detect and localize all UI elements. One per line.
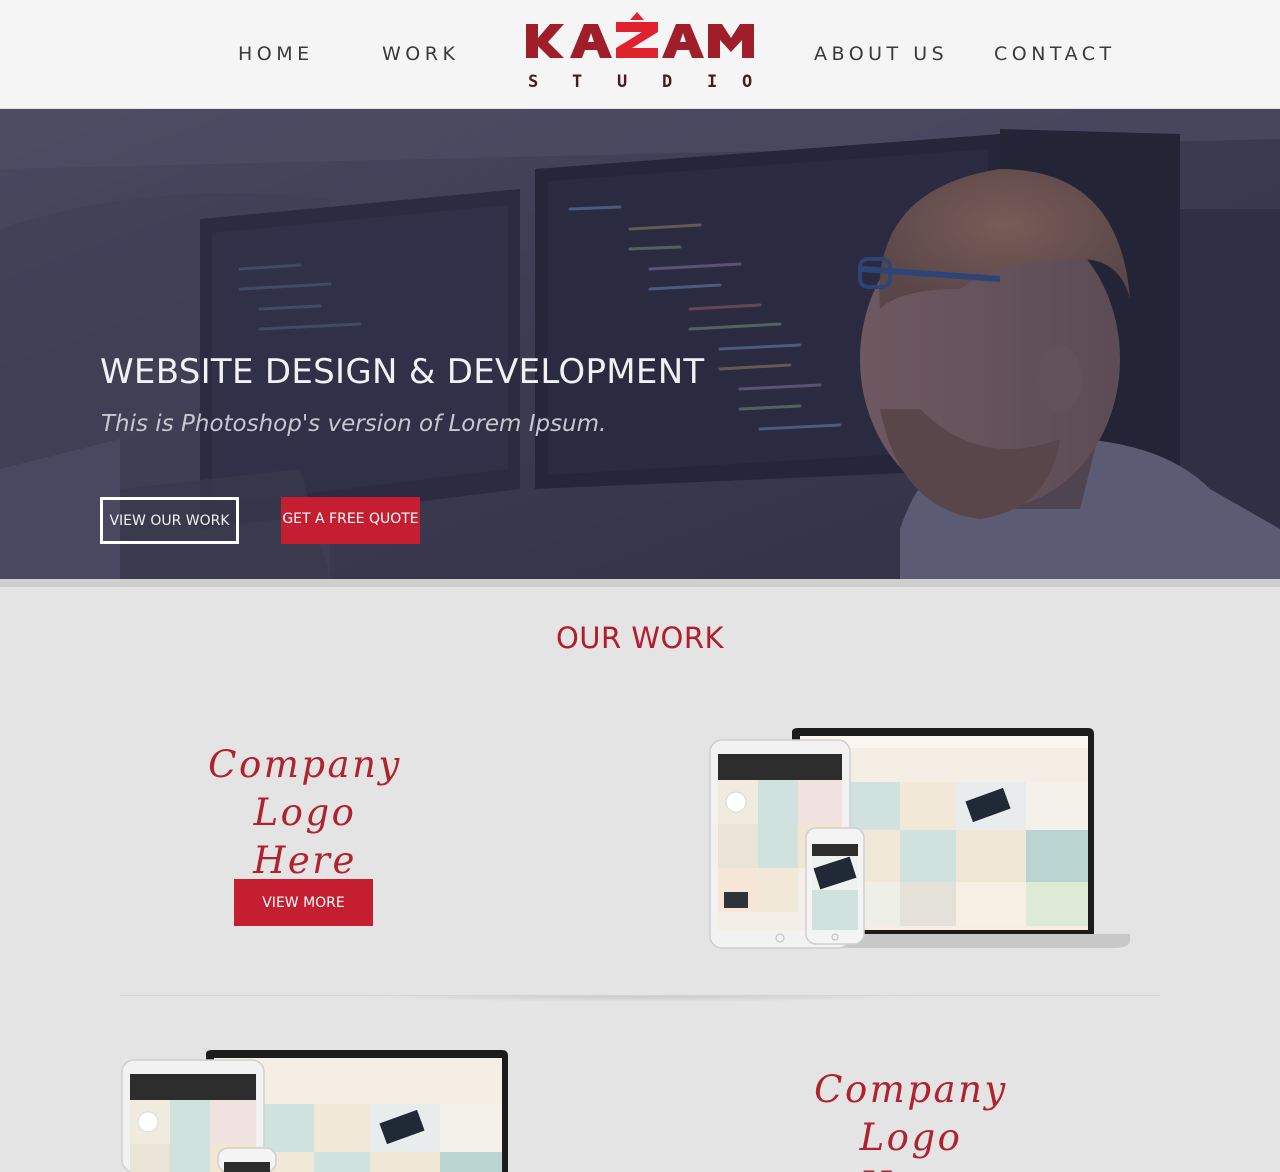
nav-work-link[interactable]: WORK [382, 43, 459, 65]
hero-subtitle: This is Photoshop's version of Lorem Ips… [101, 411, 607, 437]
nav-home-link[interactable]: HOME [238, 43, 314, 65]
nav-contact-link[interactable]: CONTACT [994, 43, 1116, 65]
company-logo-line2: Here [253, 839, 357, 882]
our-work-heading: OUR WORK [555, 621, 725, 655]
divider-shadow [360, 996, 920, 1002]
logo-letter-d: D [662, 72, 672, 92]
get-free-quote-button[interactable]: GET A FREE QUOTE [281, 497, 420, 544]
view-more-button[interactable]: VIEW MORE [234, 879, 373, 926]
logo-letter-u: U [617, 72, 627, 92]
logo-letter-o: O [742, 72, 752, 92]
company-logo-placeholder: Company Logo Here [150, 741, 460, 885]
company-logo-line1: Company Logo [814, 1068, 1008, 1159]
logo-letter-i: I [707, 72, 717, 92]
logo-letter-s: S [528, 72, 538, 92]
kazam-studio-logo[interactable]: S T U D I O [524, 12, 756, 92]
device-mockup-image [709, 728, 1130, 949]
logo-letter-t: T [572, 72, 582, 92]
nav-about-link[interactable]: ABOUT US [814, 43, 948, 65]
view-our-work-button[interactable]: VIEW OUR WORK [100, 497, 239, 544]
company-logo-placeholder-2: Company Logo Here [756, 1066, 1066, 1172]
company-logo-line2: Here [756, 1162, 1066, 1172]
hero-title: WEBSITE DESIGN & DEVELOPMENT [100, 352, 705, 392]
company-logo-line1: Company Logo [208, 743, 402, 834]
hero-bottom-band [0, 579, 1280, 587]
site-header: HOME WORK S T U D I O ABOUT US CONTACT [0, 0, 1280, 109]
device-mockup-image-2 [121, 1050, 508, 1172]
